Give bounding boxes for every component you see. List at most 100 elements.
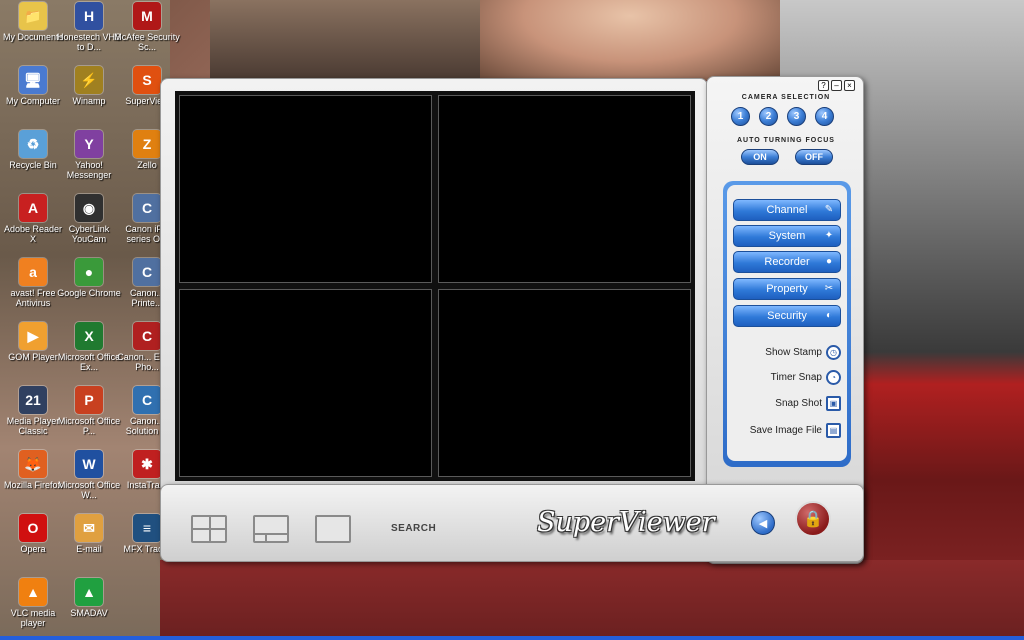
- app-icon: S: [133, 66, 161, 94]
- show-stamp-label: Show Stamp: [765, 347, 822, 358]
- camera-buttons: 1 2 3 4: [731, 107, 834, 126]
- app-icon: W: [75, 450, 103, 478]
- app-icon: M: [133, 2, 161, 30]
- lock-icon[interactable]: 🔒: [795, 501, 831, 537]
- search-button[interactable]: SEARCH: [391, 523, 436, 534]
- timer-icon: ◔: [826, 370, 841, 385]
- camera-4-button[interactable]: 4: [815, 107, 834, 126]
- desktop-icon-label: Google Chrome: [57, 288, 121, 298]
- app-icon: C: [133, 386, 161, 414]
- system-button[interactable]: System ✦: [733, 225, 841, 247]
- property-button[interactable]: Property ✂: [733, 278, 841, 300]
- focus-on-button[interactable]: ON: [741, 149, 779, 165]
- desktop-wallpaper-floor: [160, 560, 1024, 640]
- desktop-wallpaper-face: [480, 0, 780, 80]
- snap-shot-label: Snap Shot: [775, 398, 822, 409]
- desktop-icon[interactable]: ⚡ Winamp: [56, 66, 122, 106]
- desktop-icon[interactable]: ◉ CyberLink YouCam: [56, 194, 122, 244]
- camera-1-button[interactable]: 1: [731, 107, 750, 126]
- timer-snap-button[interactable]: Timer Snap ◔: [771, 370, 841, 385]
- desktop-icon[interactable]: M McAfee Security Sc...: [114, 2, 180, 52]
- desktop-icon-label: Yahoo! Messenger: [66, 160, 112, 180]
- desktop-wallpaper-top: [210, 0, 480, 80]
- timer-snap-label: Timer Snap: [770, 372, 822, 383]
- video-channel-1[interactable]: [179, 95, 432, 283]
- focus-off-button[interactable]: OFF: [795, 149, 833, 165]
- app-icon: ●: [75, 258, 103, 286]
- globe-icon: ◐: [825, 310, 833, 321]
- split-layout-button[interactable]: [253, 515, 289, 543]
- desktop-icon-label: CyberLink YouCam: [68, 224, 110, 244]
- app-icon: a: [19, 258, 47, 286]
- desktop-icon-label: Honestech VHS to D...: [56, 32, 122, 52]
- app-icon: X: [75, 322, 103, 350]
- single-layout-button[interactable]: [315, 515, 351, 543]
- security-label: Security: [767, 310, 807, 322]
- snap-shot-button[interactable]: Snap Shot ▣: [775, 396, 841, 411]
- superviewer-logo: SuperViewer: [537, 507, 715, 538]
- app-icon: O: [19, 514, 47, 542]
- minimize-button[interactable]: –: [831, 80, 842, 91]
- recorder-button[interactable]: Recorder ●: [733, 251, 841, 273]
- app-icon: ▲: [19, 578, 47, 606]
- app-icon: ✱: [133, 450, 161, 478]
- video-window: [160, 78, 708, 494]
- app-icon: ◉: [75, 194, 103, 222]
- window-controls: ? – ×: [818, 80, 855, 91]
- app-icon: ≡: [133, 514, 161, 542]
- help-button[interactable]: ?: [818, 80, 829, 91]
- channel-button[interactable]: Channel ✎: [733, 199, 841, 221]
- property-label: Property: [766, 283, 808, 295]
- floppy-disk-icon: ▤: [826, 423, 841, 438]
- recorder-icon: ●: [825, 256, 833, 267]
- clock-icon: ◷: [826, 345, 841, 360]
- app-icon: ✉: [75, 514, 103, 542]
- system-icon: ✦: [824, 230, 834, 241]
- camera-selection-title: CAMERA SELECTION: [741, 94, 831, 101]
- save-image-file-button[interactable]: Save Image File ▤: [750, 423, 841, 438]
- desktop-icon-label: SMADAV: [70, 608, 108, 618]
- desktop-icon[interactable]: Y Yahoo! Messenger: [56, 130, 122, 180]
- close-button[interactable]: ×: [844, 80, 855, 91]
- show-stamp-button[interactable]: Show Stamp ◷: [765, 345, 841, 360]
- desktop-icon[interactable]: ▲ SMADAV: [56, 578, 122, 618]
- camera-3-button[interactable]: 3: [787, 107, 806, 126]
- menu-panel: Channel ✎ System ✦ Recorder ● Property ✂…: [723, 181, 851, 467]
- save-image-file-label: Save Image File: [749, 425, 822, 436]
- tools-icon: ✂: [824, 283, 834, 294]
- camera-icon: ▣: [826, 396, 841, 411]
- auto-focus-buttons: ON OFF: [741, 149, 833, 165]
- bottom-bar: SEARCH SuperViewer ◀ 🔒: [160, 484, 864, 562]
- channel-label: Channel: [766, 204, 808, 216]
- app-icon: 📁: [19, 2, 47, 30]
- video-channel-2[interactable]: [438, 95, 691, 283]
- quad-layout-button[interactable]: [191, 515, 227, 543]
- app-icon: 21: [19, 386, 47, 414]
- app-icon: C: [133, 258, 161, 286]
- desktop-icon[interactable]: ✉ E-mail: [56, 514, 122, 554]
- app-icon: H: [75, 2, 103, 30]
- camera-2-button[interactable]: 2: [759, 107, 778, 126]
- app-icon: ▶: [19, 322, 47, 350]
- app-icon: 🦊: [19, 450, 47, 478]
- app-icon: ▲: [75, 578, 103, 606]
- system-label: System: [768, 230, 806, 242]
- desktop-icon[interactable]: W Microsoft Office W...: [56, 450, 122, 500]
- desktop-icon-label: Winamp: [72, 96, 106, 106]
- desktop-icon[interactable]: X Microsoft Office Ex...: [56, 322, 122, 372]
- desktop-icon[interactable]: P Microsoft Office P...: [56, 386, 122, 436]
- speaker-icon[interactable]: ◀: [751, 511, 775, 535]
- pencil-icon: ✎: [824, 204, 834, 215]
- security-button[interactable]: Security ◐: [733, 305, 841, 327]
- app-icon: 🖥: [19, 66, 47, 94]
- menu-inner: Channel ✎ System ✦ Recorder ● Property ✂…: [727, 185, 847, 461]
- desktop-icon[interactable]: ● Google Chrome: [56, 258, 122, 298]
- app-icon: Y: [75, 130, 103, 158]
- desktop-icon[interactable]: H Honestech VHS to D...: [56, 2, 122, 52]
- desktop-icon-label: Microsoft Office P...: [57, 416, 121, 436]
- video-channel-3[interactable]: [179, 289, 432, 477]
- desktop-icon-label: McAfee Security Sc...: [114, 32, 180, 52]
- video-channel-4[interactable]: [438, 289, 691, 477]
- app-icon: A: [19, 194, 47, 222]
- app-icon: Z: [133, 130, 161, 158]
